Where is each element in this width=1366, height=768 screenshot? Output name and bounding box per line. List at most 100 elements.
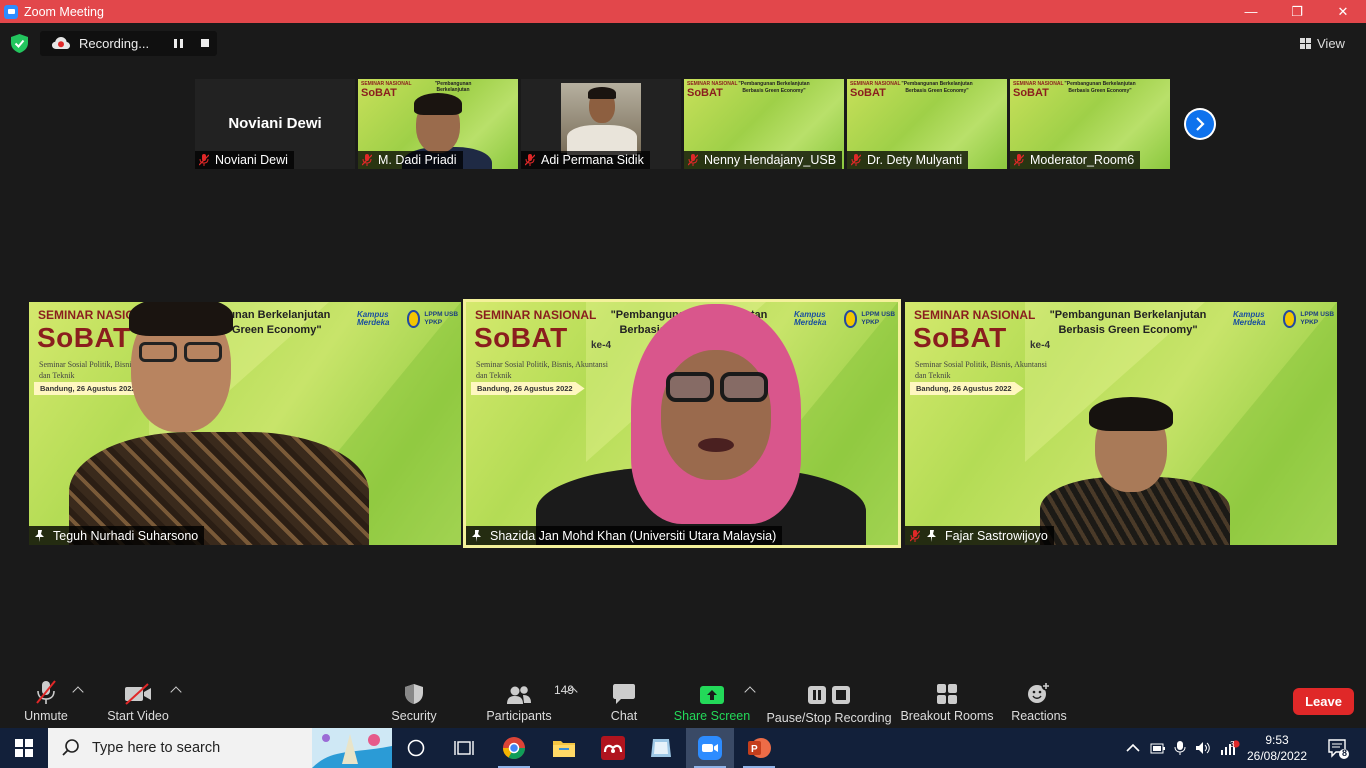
slide-logos: Kampus Merdeka LPPM USB YPKP: [794, 310, 896, 328]
recording-indicator: Recording...: [40, 31, 217, 56]
breakout-rooms-button[interactable]: Breakout Rooms: [900, 675, 994, 728]
zoom-taskbar-button[interactable]: [686, 728, 734, 768]
participant-thumbnail[interactable]: SEMINAR NASIONAL SoBAT "Pembangunan Berk…: [358, 79, 518, 169]
stop-recording-icon[interactable]: [201, 39, 209, 47]
participant-thumbnail[interactable]: SEMINAR NASIONAL SoBAT "Pembangunan Berk…: [684, 79, 844, 169]
university-seal-icon: [843, 310, 858, 328]
slide-theme: "Pembangunan BerkelanjutanBerbasis Green…: [1049, 309, 1207, 336]
close-button[interactable]: ✕: [1320, 0, 1366, 23]
slide-date: Bandung, 26 Agustus 2022: [910, 382, 1024, 395]
pin-icon: [35, 529, 44, 542]
mic-muted-icon: [362, 154, 372, 166]
minimize-button[interactable]: —: [1228, 0, 1274, 23]
svg-text:P: P: [751, 744, 758, 755]
pause-recording-icon[interactable]: [174, 39, 183, 48]
slide-seminar-text: SEMINAR NASIONAL: [914, 308, 1036, 322]
chevron-up-icon[interactable]: [1126, 743, 1140, 753]
active-speaker-tile[interactable]: SEMINAR NASIONAL SoBAT ke-4 Seminar Sosi…: [463, 299, 901, 548]
battery-icon[interactable]: [1150, 741, 1166, 755]
notifications-button[interactable]: 8: [1316, 728, 1360, 768]
mic-muted-icon: [688, 154, 698, 166]
slide-subtitle: Seminar Sosial Politik, Bisnis, Akuntans…: [915, 360, 1048, 380]
speaker-name-tag: Shazida Jan Mohd Khan (Universiti Utara …: [466, 526, 783, 545]
notes-taskbar-button[interactable]: [637, 728, 685, 768]
task-view-icon-button[interactable]: [440, 728, 488, 768]
system-tray: 3: [1126, 728, 1240, 768]
slide-date: Bandung, 26 Agustus 2022: [34, 382, 148, 395]
start-video-button[interactable]: Start Video: [106, 675, 170, 728]
share-screen-button[interactable]: Share Screen: [674, 675, 750, 728]
zoom-app-icon: [4, 4, 18, 19]
windows-logo-icon: [15, 739, 33, 757]
participant-name-tag: Noviani Dewi: [195, 151, 294, 169]
participant-name-tag: Moderator_Room6: [1010, 151, 1141, 169]
slide-sobat-text: SoBAT: [913, 322, 1007, 353]
pin-icon: [927, 529, 936, 542]
mic-muted-icon: [851, 154, 861, 166]
slide-date: Bandung, 26 Agustus 2022: [471, 382, 585, 395]
mendeley-taskbar-button[interactable]: [589, 728, 637, 768]
slide-subtitle: Seminar Sosial Politik, Bisnis, Akuntans…: [476, 360, 609, 380]
taskbar-search-box[interactable]: Type here to search: [48, 728, 392, 768]
taskbar-clock[interactable]: 9:53 26/08/2022: [1244, 732, 1310, 764]
mic-muted-icon: [910, 529, 920, 542]
task-view-button[interactable]: [392, 728, 440, 768]
participants-icon: [507, 686, 531, 704]
video-off-icon: [125, 683, 151, 705]
search-icon: [62, 739, 79, 756]
microphone-icon[interactable]: [1174, 740, 1186, 756]
video-tile[interactable]: SEMINAR NASIONAL SoBAT ke-4 Seminar Sosi…: [29, 302, 461, 545]
clock-date: 26/08/2022: [1246, 749, 1308, 763]
participant-thumbnail[interactable]: Noviani Dewi Noviani Dewi: [195, 79, 355, 169]
unmute-button[interactable]: Unmute: [22, 675, 70, 728]
mini-slide-sobat: SoBAT: [361, 87, 397, 99]
view-label: View: [1317, 35, 1345, 51]
security-button[interactable]: Security: [390, 675, 438, 728]
pin-icon: [472, 529, 481, 542]
speaker-icon[interactable]: [1195, 741, 1211, 755]
speaker-name-tag: Teguh Nurhadi Suharsono: [29, 526, 205, 545]
reactions-button[interactable]: Reactions: [1011, 675, 1067, 728]
breakout-rooms-icon: [937, 684, 957, 704]
participant-thumbnail[interactable]: Adi Permana Sidik: [521, 79, 681, 169]
mic-muted-icon: [199, 154, 209, 166]
participant-name-tag: Nenny Hendajany_USB: [684, 151, 843, 169]
network-badge: 3: [1230, 740, 1235, 749]
start-button[interactable]: [0, 728, 48, 768]
grid-view-icon: [1300, 37, 1311, 49]
chat-button[interactable]: Chat: [604, 675, 644, 728]
pause-stop-recording-button[interactable]: Pause/Stop Recording: [766, 675, 892, 728]
window-title: Zoom Meeting: [24, 4, 104, 19]
meeting-toolbar: Unmute Start Video Security 149 Particip…: [0, 675, 1366, 728]
view-button[interactable]: View: [1300, 34, 1345, 52]
next-page-button[interactable]: [1184, 108, 1216, 140]
video-options-caret[interactable]: [170, 686, 182, 698]
video-tile[interactable]: SEMINAR NASIONAL SoBAT ke-4 Seminar Sosi…: [905, 302, 1337, 545]
windows-taskbar: Type here to search P 3 9:53 26/08/2022: [0, 728, 1366, 768]
participant-thumbnail[interactable]: SEMINAR NASIONAL SoBAT "Pembangunan Berk…: [847, 79, 1007, 169]
leave-button[interactable]: Leave: [1293, 688, 1354, 715]
notification-count: 8: [1342, 748, 1348, 758]
cortana-circle-icon: [407, 739, 425, 757]
powerpoint-taskbar-button[interactable]: P: [735, 728, 783, 768]
folder-icon: [553, 741, 575, 757]
slide-logos: Kampus Merdeka LPPM USB YPKP: [1233, 310, 1335, 328]
slide-logos: Kampus Merdeka LPPM USB YPKP: [357, 310, 459, 328]
pause-stop-icon: [808, 686, 850, 704]
mini-slide-theme: "Pembangunan Berkelanjutan: [434, 81, 472, 93]
chevron-right-icon: [1196, 117, 1205, 131]
notepad-icon: [651, 739, 671, 757]
chat-icon: [613, 684, 635, 704]
participants-button[interactable]: 149 Participants: [486, 675, 574, 728]
chrome-icon: [503, 737, 525, 759]
shield-check-icon[interactable]: [11, 34, 28, 53]
title-bar: Zoom Meeting — ❐ ✕: [0, 0, 1366, 23]
chrome-taskbar-button[interactable]: [490, 728, 538, 768]
file-explorer-taskbar-button[interactable]: [540, 728, 588, 768]
participant-thumbnail[interactable]: SEMINAR NASIONAL SoBAT "Pembangunan Berk…: [1010, 79, 1170, 169]
audio-options-caret[interactable]: [72, 686, 84, 698]
university-seal-icon: [406, 310, 421, 328]
restore-button[interactable]: ❐: [1274, 0, 1320, 23]
participant-name-tag: Adi Permana Sidik: [521, 151, 650, 169]
search-placeholder: Type here to search: [92, 740, 221, 756]
